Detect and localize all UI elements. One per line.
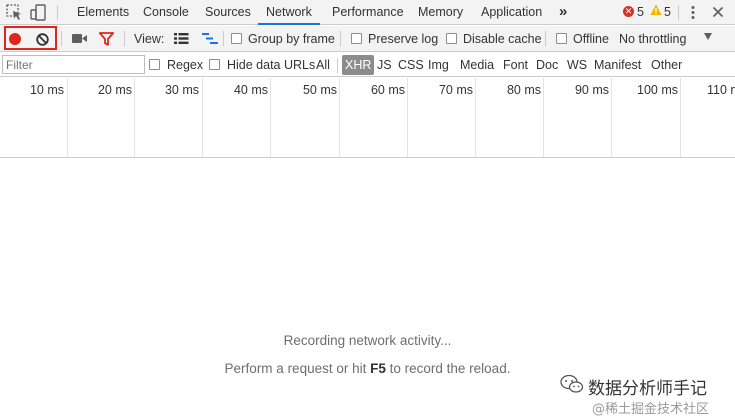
toolbar-divider (57, 5, 58, 20)
disable-cache-label[interactable]: Disable cache (463, 30, 542, 48)
device-toolbar-icon[interactable] (30, 4, 47, 21)
type-filter-css[interactable]: CSS (398, 55, 424, 75)
timeline-gridline (475, 78, 476, 157)
toolbar-divider (223, 31, 224, 46)
filter-input[interactable] (2, 55, 145, 74)
clear-icon[interactable] (36, 33, 49, 46)
type-filter-img[interactable]: Img (428, 55, 449, 75)
toolbar-divider (678, 5, 679, 20)
record-icon[interactable] (9, 33, 21, 45)
reload-hint-key: F5 (370, 361, 386, 376)
select-element-icon[interactable] (6, 4, 23, 21)
offline-label[interactable]: Offline (573, 30, 609, 48)
timeline-tick-label: 40 ms (233, 83, 268, 97)
reload-hint-prefix: Perform a request or hit (224, 361, 371, 376)
timeline-tick-label: 50 ms (302, 83, 337, 97)
preserve-log-checkbox[interactable] (351, 33, 362, 44)
type-filter-all[interactable]: All (316, 55, 330, 75)
recording-status: Recording network activity... (283, 333, 452, 348)
watermark-source: @稀土掘金技术社区 (592, 402, 710, 417)
type-filter-js[interactable]: JS (377, 55, 392, 75)
throttling-select[interactable]: No throttling (619, 30, 686, 48)
type-filter-media[interactable]: Media (460, 55, 494, 75)
filter-icon[interactable] (99, 32, 114, 46)
type-filter-manifest[interactable]: Manifest (594, 55, 641, 75)
preserve-log-label[interactable]: Preserve log (368, 30, 438, 48)
timeline-gridline (407, 78, 408, 157)
timeline-tick-label: 110 ms (707, 83, 735, 97)
error-icon[interactable]: ✕ (623, 6, 634, 17)
timeline-tick-label: 80 ms (506, 83, 541, 97)
timeline-gridline (339, 78, 340, 157)
toolbar-divider (545, 31, 546, 46)
type-filter-ws[interactable]: WS (567, 55, 587, 75)
type-filter-doc[interactable]: Doc (536, 55, 558, 75)
tab-elements[interactable]: Elements (77, 0, 129, 25)
tab-application[interactable]: Application (481, 0, 542, 25)
hide-data-urls-checkbox[interactable] (209, 59, 220, 70)
timeline-tick-label: 70 ms (438, 83, 473, 97)
timeline-tick-label: 20 ms (97, 83, 132, 97)
toolbar-divider (124, 31, 125, 46)
timeline-gridline (611, 78, 612, 157)
more-options-icon[interactable] (689, 5, 697, 20)
timeline-gridline (680, 78, 681, 157)
regex-checkbox[interactable] (149, 59, 160, 70)
type-filter-other[interactable]: Other (651, 55, 682, 75)
timeline-tick-label: 10 ms (29, 83, 64, 97)
wechat-icon (560, 374, 584, 393)
disable-cache-checkbox[interactable] (446, 33, 457, 44)
timeline-tick-label: 100 ms (637, 83, 678, 97)
timeline-tick-label: 60 ms (370, 83, 405, 97)
toolbar-divider (340, 31, 341, 46)
toolbar-divider (61, 31, 62, 46)
timeline-gridline (543, 78, 544, 157)
timeline-tick-label: 30 ms (164, 83, 199, 97)
screenshot-icon[interactable] (72, 33, 87, 44)
reload-hint-suffix: to record the reload. (385, 361, 511, 376)
dropdown-arrow-icon[interactable] (704, 33, 712, 40)
timeline-overview[interactable]: 10 ms 20 ms 30 ms 40 ms 50 ms 60 ms 70 m… (0, 78, 735, 158)
tab-console[interactable]: Console (143, 0, 189, 25)
warning-count[interactable]: 5 (664, 0, 671, 24)
timeline-gridline (270, 78, 271, 157)
group-by-frame-checkbox[interactable] (231, 33, 242, 44)
hide-data-urls-label[interactable]: Hide data URLs (227, 56, 315, 74)
toolbar-divider (337, 58, 338, 73)
waterfall-icon[interactable] (202, 32, 219, 45)
large-rows-icon[interactable] (174, 32, 189, 45)
timeline-gridline (202, 78, 203, 157)
close-icon[interactable] (712, 6, 724, 18)
error-count[interactable]: 5 (637, 0, 644, 24)
view-label: View: (134, 32, 165, 46)
type-filter-xhr[interactable]: XHR (342, 55, 375, 75)
tab-network[interactable]: Network (258, 0, 320, 25)
tab-sources[interactable]: Sources (205, 0, 251, 25)
type-filter-font[interactable]: Font (503, 55, 528, 75)
more-tabs-button[interactable]: » (559, 0, 567, 25)
offline-checkbox[interactable] (556, 33, 567, 44)
group-by-frame-label[interactable]: Group by frame (248, 30, 335, 48)
watermark-title: 数据分析师手记 (588, 379, 707, 399)
timeline-tick-label: 90 ms (574, 83, 609, 97)
regex-label[interactable]: Regex (167, 56, 203, 74)
warning-icon[interactable] (650, 4, 662, 16)
tab-performance[interactable]: Performance (332, 0, 404, 25)
tab-memory[interactable]: Memory (418, 0, 463, 25)
